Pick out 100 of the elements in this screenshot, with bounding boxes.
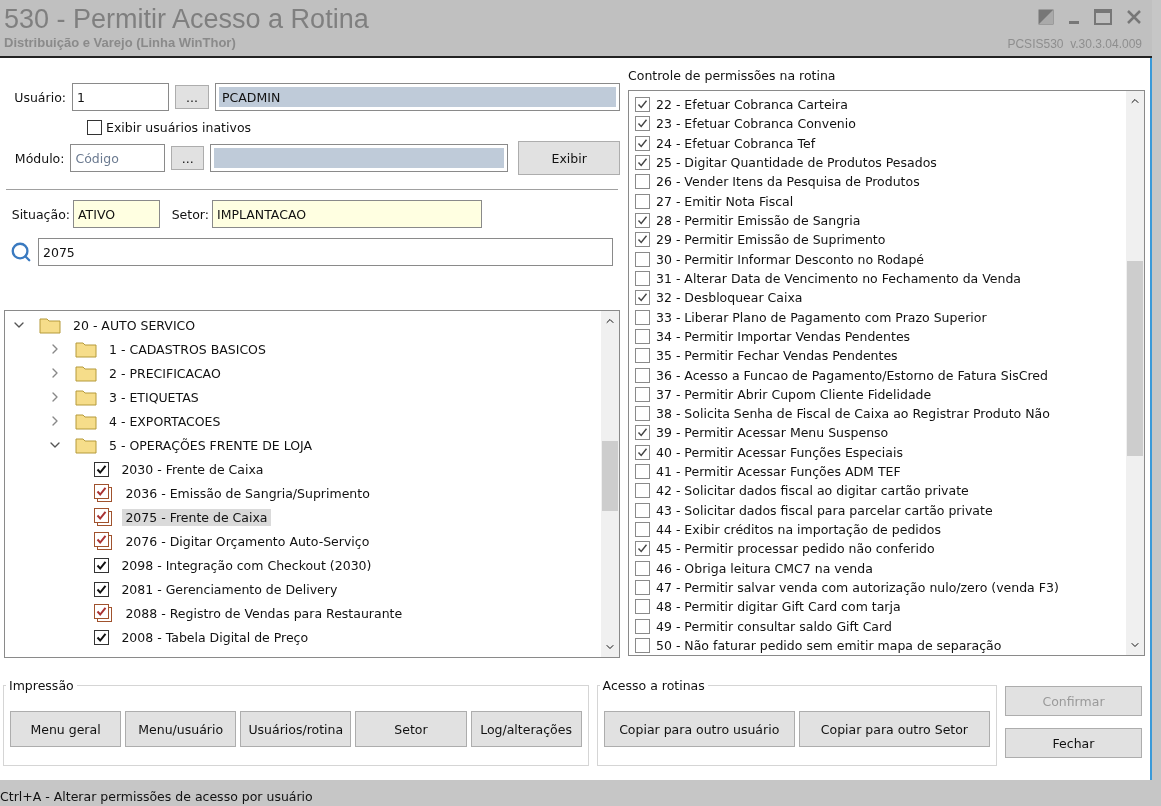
sector-field[interactable]: IMPLANTACAO — [212, 200, 482, 228]
lookup-button[interactable]: ... — [175, 85, 209, 109]
checkbox[interactable] — [87, 120, 102, 135]
permission-label: 28 - Permitir Emissão de Sangria — [656, 213, 861, 229]
permission-label: 44 - Exibir créditos na importação de pedidos — [656, 522, 941, 538]
permission-label: 38 - Solicita Senha de Fiscal de Caixa ao Registrar Produto Não — [656, 406, 1050, 422]
check-icon — [637, 157, 648, 169]
checkbox[interactable] — [635, 328, 650, 344]
window-title: 530 - Permitir Acesso a Rotina — [4, 3, 369, 35]
checkbox[interactable] — [635, 444, 650, 460]
checkbox[interactable] — [94, 557, 110, 573]
permission-label: 35 - Permitir Fechar Vendas Pendentes — [656, 348, 898, 364]
checkbox[interactable] — [635, 502, 650, 518]
copy-button[interactable]: Copiar para outro Setor — [798, 711, 990, 747]
print-button[interactable]: Usuários/rotina — [240, 711, 352, 747]
checkbox[interactable] — [635, 618, 650, 634]
scrollbar-thumb[interactable] — [1127, 261, 1143, 456]
checkbox[interactable] — [635, 367, 650, 383]
checkbox[interactable] — [635, 135, 650, 151]
tree-item[interactable]: 2076 - Digitar Orçamento Auto-Serviço — [122, 532, 373, 550]
checkbox[interactable] — [635, 425, 650, 441]
scrollbar-thumb[interactable] — [602, 441, 618, 511]
permission-label: 47 - Permitir salvar venda com autorização nulo/zero (venda F3) — [656, 579, 1059, 595]
folder-icon — [75, 364, 97, 382]
print-button[interactable]: Menu/usuário — [125, 711, 237, 747]
permission-label: 29 - Permitir Emissão de Suprimento — [656, 232, 886, 248]
folder-icon — [75, 412, 97, 430]
print-button[interactable]: Log/alterações — [470, 711, 582, 747]
checkbox[interactable] — [635, 193, 650, 209]
checkbox[interactable] — [635, 560, 650, 576]
tree-item[interactable]: 4 - EXPORTACOES — [106, 412, 224, 430]
tree-item[interactable]: 2075 - Frente de Caixa — [122, 508, 271, 526]
checkbox[interactable] — [635, 290, 650, 306]
scrollbar[interactable] — [601, 311, 619, 657]
checkbox[interactable] — [94, 461, 110, 477]
check-icon — [96, 559, 108, 571]
checkbox[interactable] — [635, 406, 650, 422]
tree-item[interactable]: 2081 - Gerenciamento de Delivery — [118, 580, 341, 598]
check-icon — [637, 427, 648, 439]
checkbox[interactable] — [635, 522, 650, 538]
checkbox[interactable] — [635, 464, 650, 480]
permission-label: 40 - Permitir Acessar Funções Especiais — [656, 444, 903, 460]
permission-label: 49 - Permitir consultar saldo Gift Card — [656, 618, 892, 634]
module-name-field[interactable] — [210, 144, 509, 172]
permission-label: 34 - Permitir Importar Vendas Pendentes — [656, 328, 911, 344]
checkbox[interactable] — [635, 97, 650, 113]
checkbox[interactable] — [635, 309, 650, 325]
checkbox[interactable] — [635, 637, 650, 653]
permission-label: 42 - Solicitar dados fiscal ao digitar cartão private — [656, 483, 969, 499]
module-code-field[interactable]: Código — [70, 144, 166, 172]
check-icon — [96, 533, 108, 545]
permission-label: 50 - Não faturar pedido sem emitir mapa de separação — [656, 637, 1002, 653]
check-icon — [637, 118, 648, 130]
checkbox[interactable] — [635, 155, 650, 171]
tree-item[interactable]: 1 - CADASTROS BASICOS — [106, 340, 269, 358]
print-button[interactable]: Setor — [355, 711, 467, 747]
tree-item[interactable]: 2036 - Emissão de Sangria/Suprimento — [122, 484, 373, 502]
checkbox[interactable] — [94, 629, 110, 645]
permission-label: 41 - Permitir Acessar Funções ADM TEF — [656, 464, 901, 480]
checkbox[interactable] — [635, 251, 650, 267]
user-code-field[interactable]: 1 — [72, 83, 169, 111]
checkbox[interactable] — [635, 232, 650, 248]
tree-item[interactable]: 2008 - Tabela Digital de Preço — [118, 628, 312, 646]
checkbox[interactable] — [635, 213, 650, 229]
checkbox[interactable] — [635, 270, 650, 286]
permission-label: 45 - Permitir processar pedido não conferido — [656, 541, 935, 557]
action-button[interactable]: Fechar — [1005, 728, 1142, 758]
tree-item[interactable]: 5 - OPERAÇÕES FRENTE DE LOJA — [106, 436, 316, 454]
checkbox[interactable] — [94, 581, 110, 597]
lookup-button[interactable]: ... — [171, 146, 205, 170]
tree-item[interactable]: 2 - PRECIFICACAO — [106, 364, 224, 382]
checkbox[interactable] — [635, 386, 650, 402]
tree-item[interactable]: 2088 - Registro de Vendas para Restaurante — [122, 604, 406, 622]
user-name-field[interactable]: PCADMIN — [215, 83, 620, 111]
tree-item[interactable]: 2098 - Integração com Checkout (2030) — [118, 556, 375, 574]
search-field[interactable]: 2075 — [38, 238, 613, 266]
folder-icon — [75, 436, 97, 454]
checkbox[interactable] — [635, 541, 650, 557]
maximize-icon[interactable] — [1094, 9, 1112, 25]
checkbox[interactable] — [635, 483, 650, 499]
tree-item[interactable]: 3 - ETIQUETAS — [106, 388, 202, 406]
print-button[interactable]: Menu geral — [10, 711, 122, 747]
tree-item[interactable]: 20 - AUTO SERVICO — [70, 316, 199, 334]
close-icon[interactable] — [1126, 9, 1142, 25]
checkbox[interactable] — [635, 116, 650, 132]
check-icon — [96, 509, 108, 521]
show-button[interactable]: Exibir — [518, 141, 620, 175]
group-title: Acesso a rotinas — [601, 678, 706, 693]
checkbox[interactable] — [635, 599, 650, 615]
copy-button[interactable]: Copiar para outro usuário — [603, 711, 795, 747]
checkbox[interactable] — [635, 348, 650, 364]
field-label: Usuário: — [13, 89, 66, 105]
restore-icon[interactable] — [1038, 9, 1054, 25]
scrollbar[interactable] — [1126, 91, 1144, 655]
tree-item[interactable]: 2030 - Frente de Caixa — [118, 460, 267, 478]
checkbox[interactable] — [635, 579, 650, 595]
group-title: Impressão — [8, 678, 75, 693]
checkbox[interactable] — [635, 174, 650, 190]
situation-field[interactable]: ATIVO — [73, 200, 160, 228]
permission-label: 33 - Liberar Plano de Pagamento com Prazo Superior — [656, 309, 987, 325]
